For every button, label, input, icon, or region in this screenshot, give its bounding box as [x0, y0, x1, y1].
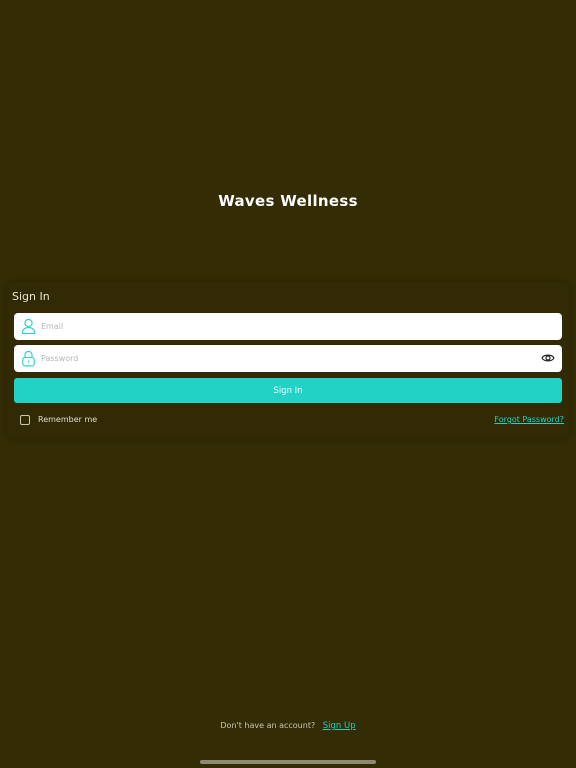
email-field[interactable]: [14, 313, 562, 340]
sign-up-prompt-text: Don't have an account?: [220, 721, 316, 730]
sign-in-heading: Sign In: [12, 290, 50, 303]
remember-me-checkbox[interactable]: [20, 415, 30, 425]
forgot-password-link[interactable]: Forgot Password?: [494, 415, 564, 424]
home-indicator: [200, 760, 376, 764]
sign-in-screen: Waves Wellness Sign In Sign In Remem: [0, 0, 576, 768]
sign-in-card: Sign In Sign In Remember me Forgot Passw: [6, 282, 570, 439]
sign-in-button[interactable]: Sign In: [14, 378, 562, 403]
email-input[interactable]: [41, 313, 531, 340]
remember-me-label[interactable]: Remember me: [38, 415, 97, 424]
password-field[interactable]: [14, 345, 562, 372]
sign-up-prompt: Don't have an account? Sign Up: [0, 721, 576, 731]
app-title: Waves Wellness: [218, 192, 358, 210]
sign-up-link[interactable]: Sign Up: [323, 721, 356, 731]
lock-icon: [22, 350, 35, 367]
user-icon: [21, 318, 36, 335]
eye-icon[interactable]: [541, 352, 555, 364]
password-input[interactable]: [41, 345, 531, 372]
